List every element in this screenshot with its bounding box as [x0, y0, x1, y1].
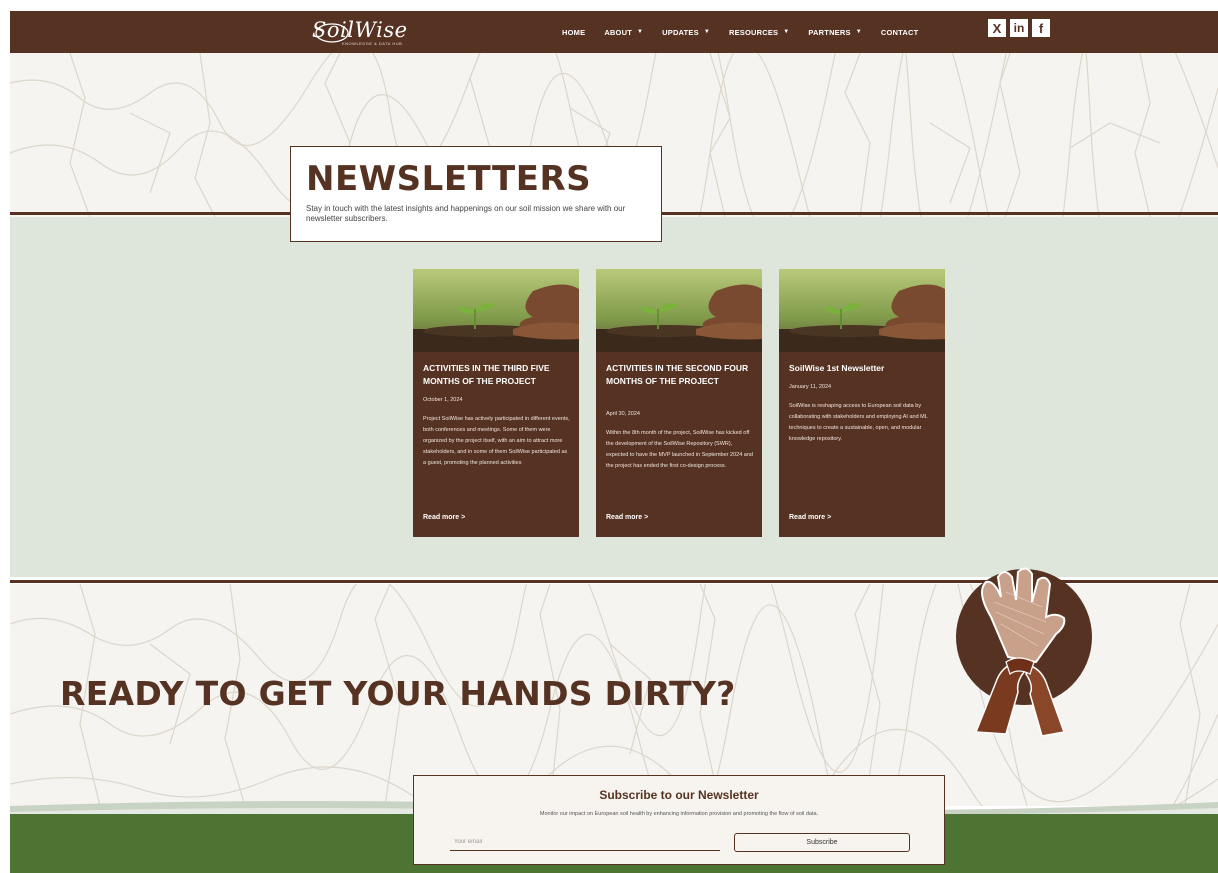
nav-resources[interactable]: RESOURCES ▼ — [729, 28, 789, 37]
page-subtitle: Stay in touch with the latest insights a… — [306, 204, 626, 223]
nav-about[interactable]: ABOUT ▼ — [604, 28, 643, 37]
card-excerpt: Project SoilWise has actively participat… — [423, 416, 570, 466]
cta-heading: READY TO GET YOUR HANDS DIRTY? — [60, 674, 736, 713]
seedling-image — [413, 269, 579, 352]
chevron-down-icon: ▼ — [636, 29, 644, 35]
soilwise-logo[interactable]: SoilWise KNOWLEDGE & DATA HUB — [304, 15, 414, 49]
email-field[interactable] — [450, 833, 720, 851]
card-date: April 30, 2024 — [606, 411, 640, 417]
card-title[interactable]: ACTIVITIES IN THE SECOND FOUR MONTHS OF … — [606, 362, 756, 388]
seedling-image — [779, 269, 945, 352]
nav-contact-label: CONTACT — [880, 27, 919, 37]
newsletter-card[interactable]: ACTIVITIES IN THE SECOND FOUR MONTHS OF … — [596, 269, 762, 537]
read-more-link[interactable]: Read more > — [423, 514, 465, 521]
newsletters-title-box: NEWSLETTERS Stay in touch with the lates… — [290, 146, 662, 242]
gloves-illustration-icon — [956, 567, 1092, 737]
nav-updates[interactable]: UPDATES ▼ — [662, 28, 710, 37]
nav-home[interactable]: HOME — [562, 28, 585, 37]
nav-partners[interactable]: PARTNERS ▼ — [808, 28, 861, 37]
card-excerpt: SoilWise is reshaping access to European… — [789, 403, 928, 442]
seedling-image — [596, 269, 762, 352]
social-links: X in f — [988, 19, 1050, 37]
logo-tagline: KNOWLEDGE & DATA HUB — [342, 41, 403, 46]
nav-updates-label: UPDATES — [662, 27, 699, 37]
card-title[interactable]: ACTIVITIES IN THE THIRD FIVE MONTHS OF T… — [423, 362, 573, 388]
subscribe-description: Monitor our impact on European soil heal… — [539, 811, 819, 817]
card-title[interactable]: SoilWise 1st Newsletter — [789, 362, 939, 375]
linkedin-icon[interactable]: in — [1010, 19, 1028, 37]
chevron-down-icon: ▼ — [703, 29, 710, 35]
nav-resources-label: RESOURCES — [728, 27, 779, 37]
newsletter-card[interactable]: SoilWise 1st Newsletter January 11, 2024… — [779, 269, 945, 537]
nav-home-label: HOME — [562, 27, 586, 37]
card-date: October 1, 2024 — [423, 397, 463, 403]
subscribe-title: Subscribe to our Newsletter — [599, 788, 759, 802]
logo-text: SoilWise — [312, 18, 408, 42]
page-title: NEWSLETTERS — [306, 159, 592, 199]
chevron-down-icon: ▼ — [855, 29, 862, 35]
nav-about-label: ABOUT — [604, 27, 632, 37]
read-more-link[interactable]: Read more > — [789, 514, 831, 521]
top-navigation-bar: SoilWise KNOWLEDGE & DATA HUB HOME ABOUT… — [10, 11, 1218, 53]
chevron-down-icon: ▼ — [783, 29, 790, 35]
read-more-link[interactable]: Read more > — [606, 514, 648, 521]
subscribe-button[interactable]: Subscribe — [734, 833, 910, 852]
subscribe-box: Subscribe to our Newsletter Monitor our … — [413, 775, 945, 865]
facebook-icon[interactable]: f — [1032, 19, 1050, 37]
card-date: January 11, 2024 — [789, 384, 832, 390]
nav-contact[interactable]: CONTACT — [881, 28, 919, 37]
main-nav: HOME ABOUT ▼ UPDATES ▼ RESOURCES ▼ PARTN… — [562, 11, 937, 53]
x-icon[interactable]: X — [988, 19, 1006, 37]
newsletter-card[interactable]: ACTIVITIES IN THE THIRD FIVE MONTHS OF T… — [413, 269, 579, 537]
card-excerpt: Within the 8th month of the project, Soi… — [606, 430, 753, 469]
nav-partners-label: PARTNERS — [808, 27, 851, 37]
